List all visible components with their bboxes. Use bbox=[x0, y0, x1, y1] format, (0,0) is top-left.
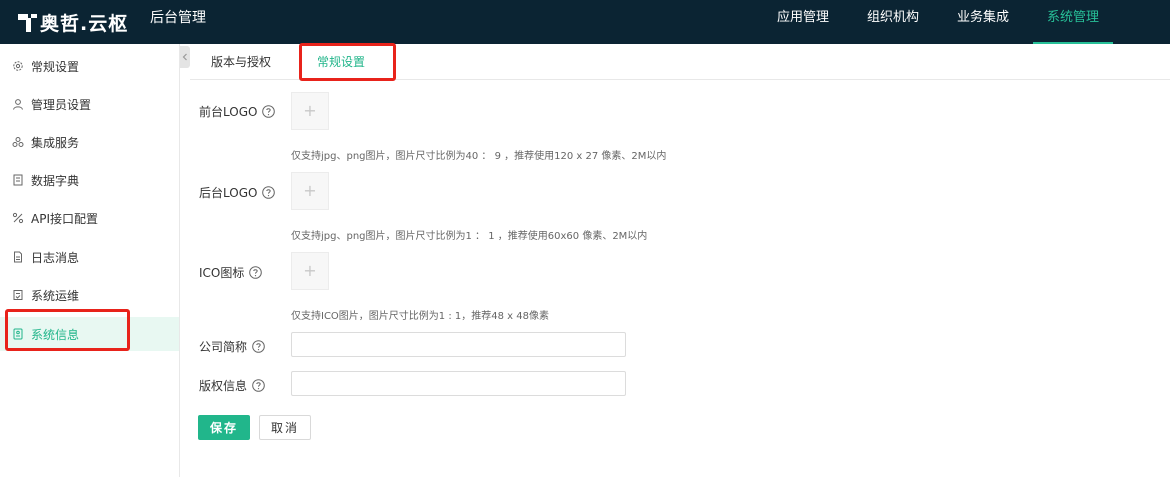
console-title: 后台管理 bbox=[150, 10, 206, 26]
save-button[interactable]: 保存 bbox=[198, 415, 250, 440]
sidebar-item-label: 系统运维 bbox=[31, 288, 80, 303]
top-nav-organization[interactable]: 组织机构 bbox=[853, 0, 933, 44]
sidebar-item-admin-settings[interactable]: 管理员设置 bbox=[0, 87, 179, 121]
sidebar-item-label: 系统信息 bbox=[31, 327, 80, 342]
copyright-label-text: 版权信息 bbox=[199, 379, 248, 393]
help-circle-icon[interactable] bbox=[252, 340, 265, 353]
plus-icon: + bbox=[303, 101, 317, 120]
back-logo-hint: 仅支持jpg、png图片，图片尺寸比例为1 ： 1 ，推荐使用60x60 像素、… bbox=[291, 231, 648, 242]
sidebar-item-label: 日志消息 bbox=[31, 250, 80, 265]
top-nav-system-management[interactable]: 系统管理 bbox=[1032, 0, 1113, 44]
sidebar-item-system-maintenance[interactable]: 系统运维 bbox=[0, 278, 179, 312]
top-nav: 应用管理 组织机构 业务集成 系统管理 bbox=[753, 0, 1113, 44]
plus-icon: + bbox=[303, 261, 317, 280]
sidebar-item-label: 管理员设置 bbox=[31, 97, 92, 112]
sidebar-item-api-config[interactable]: API接口配置 bbox=[0, 201, 179, 235]
sidebar: 常规设置 管理员设置 集成服务 数据字典 API接口配置 日志消息 系统运维 系… bbox=[0, 44, 180, 477]
company-name-input[interactable] bbox=[291, 332, 626, 357]
ico-upload[interactable]: + bbox=[291, 252, 329, 290]
front-logo-label: 前台LOGO bbox=[199, 103, 276, 120]
logo-mark-icon bbox=[18, 12, 38, 32]
ico-label: ICO图标 bbox=[199, 264, 263, 281]
api-icon bbox=[12, 212, 24, 224]
help-circle-icon[interactable] bbox=[262, 186, 276, 199]
front-logo-hint: 仅支持jpg、png图片，图片尺寸比例为40 ： 9 ，推荐使用120 x 27… bbox=[291, 151, 667, 162]
copyright-label: 版权信息 bbox=[199, 377, 265, 394]
top-nav-business-integration[interactable]: 业务集成 bbox=[943, 0, 1023, 44]
ico-hint: 仅支持ICO图片，图片尺寸比例为1 : 1，推荐48 x 48像素 bbox=[291, 311, 549, 322]
sidebar-item-system-info[interactable]: 系统信息 bbox=[0, 317, 179, 351]
back-logo-label: 后台LOGO bbox=[199, 184, 276, 201]
chevron-left-icon bbox=[182, 53, 187, 61]
company-name-label-text: 公司简称 bbox=[199, 340, 248, 354]
dictionary-icon bbox=[12, 174, 24, 186]
brand-logo[interactable]: 奥哲.云枢 bbox=[18, 9, 128, 35]
help-circle-icon[interactable] bbox=[249, 266, 263, 279]
top-nav-app-management[interactable]: 应用管理 bbox=[763, 0, 843, 44]
back-logo-upload[interactable]: + bbox=[291, 172, 329, 210]
sidebar-item-integration-services[interactable]: 集成服务 bbox=[0, 125, 179, 159]
log-icon bbox=[12, 251, 24, 263]
logo-text: 奥哲.云枢 bbox=[40, 12, 129, 35]
sidebar-item-label: 数据字典 bbox=[31, 173, 80, 188]
cancel-button[interactable]: 取消 bbox=[259, 415, 311, 440]
maintenance-icon bbox=[12, 289, 24, 301]
sidebar-item-label: 集成服务 bbox=[31, 135, 80, 150]
integration-icon bbox=[12, 136, 24, 148]
tab-general-settings[interactable]: 常规设置 bbox=[310, 44, 372, 80]
ico-label-text: ICO图标 bbox=[199, 266, 245, 280]
front-logo-upload[interactable]: + bbox=[291, 92, 329, 130]
sidebar-collapse-handle[interactable] bbox=[180, 46, 190, 68]
front-logo-label-text: 前台LOGO bbox=[199, 105, 258, 119]
sidebar-item-data-dictionary[interactable]: 数据字典 bbox=[0, 163, 179, 197]
help-circle-icon[interactable] bbox=[252, 379, 265, 392]
sidebar-item-general-settings[interactable]: 常规设置 bbox=[0, 49, 179, 83]
back-logo-label-text: 后台LOGO bbox=[199, 186, 258, 200]
sidebar-item-label: API接口配置 bbox=[31, 211, 98, 226]
company-name-label: 公司简称 bbox=[199, 338, 265, 355]
copyright-input[interactable] bbox=[291, 371, 626, 396]
tab-bar: 版本与授权 常规设置 bbox=[190, 44, 1170, 80]
sidebar-item-label: 常规设置 bbox=[31, 59, 80, 74]
system-info-icon bbox=[12, 328, 24, 340]
user-icon bbox=[12, 98, 24, 110]
sidebar-item-log-messages[interactable]: 日志消息 bbox=[0, 240, 179, 274]
gear-icon bbox=[12, 60, 24, 72]
top-bar: 奥哲.云枢 后台管理 应用管理 组织机构 业务集成 系统管理 bbox=[0, 0, 1170, 44]
plus-icon: + bbox=[303, 181, 317, 200]
help-circle-icon[interactable] bbox=[262, 105, 276, 118]
tab-version-license[interactable]: 版本与授权 bbox=[211, 44, 271, 80]
